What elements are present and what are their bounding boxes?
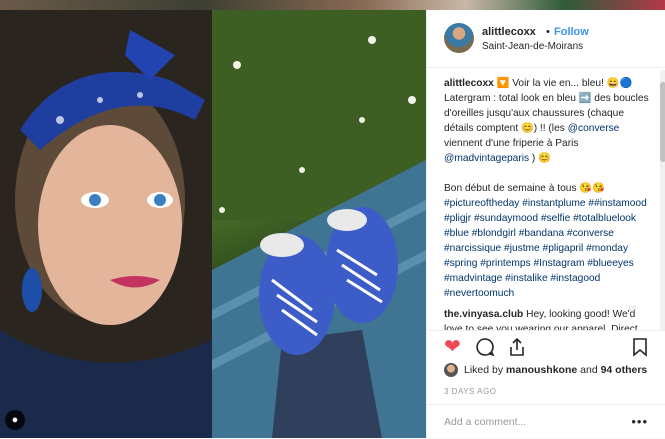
- post-photo-selfie: ●: [0, 10, 212, 438]
- add-comment-bar: Add a comment... •••: [427, 404, 665, 439]
- likes-summary: Liked by manoushkone and 94 others: [444, 362, 664, 382]
- caption-line3: viennent d'une friperie à Paris: [444, 138, 579, 149]
- top-image-strip: [0, 0, 665, 10]
- caption: alittlecoxx 🔽 Voir la vie en... bleu! 😄🔵…: [444, 76, 651, 301]
- likes-prefix: Liked by: [464, 364, 507, 376]
- author-username[interactable]: alittlecoxx: [482, 26, 536, 38]
- follow-button[interactable]: Follow: [554, 26, 589, 38]
- action-bar: ❤: [427, 330, 665, 363]
- add-comment-input[interactable]: Add a comment...: [444, 416, 526, 428]
- post-location[interactable]: Saint-Jean-de-Moirans: [482, 41, 583, 52]
- user-tag-icon[interactable]: ●: [5, 410, 25, 430]
- liker-username[interactable]: manoushkone: [506, 364, 577, 376]
- shoes-image: [212, 10, 426, 438]
- selfie-image: [0, 10, 212, 438]
- post-time-ago[interactable]: 3 DAYS AGO: [444, 387, 496, 396]
- post-header: alittlecoxx • Follow Saint-Jean-de-Moira…: [427, 10, 665, 68]
- mention-converse[interactable]: @converse: [568, 123, 620, 134]
- liker-avatar[interactable]: [444, 363, 458, 377]
- likes-count[interactable]: 94 others: [601, 364, 648, 376]
- comment-like-icon[interactable]: ♡: [628, 305, 637, 316]
- share-icon[interactable]: [507, 337, 527, 357]
- bookmark-icon[interactable]: [632, 337, 648, 357]
- comments-section[interactable]: alittlecoxx 🔽 Voir la vie en... bleu! 😄🔵…: [427, 68, 659, 330]
- caption-line4: ) 😊: [529, 153, 551, 164]
- author-avatar[interactable]: [444, 23, 474, 53]
- heart-icon[interactable]: ❤: [444, 337, 461, 357]
- comment-author[interactable]: the.vinyasa.club: [444, 309, 523, 320]
- mention-madvintageparis[interactable]: @madvintageparis: [444, 153, 529, 164]
- caption-hashtags[interactable]: #pictureoftheday #instantplume ##instamo…: [444, 198, 647, 299]
- separator-dot: •: [546, 26, 550, 38]
- post-photo-shoes: [212, 10, 426, 438]
- caption-line1: 🔽 Voir la vie en... bleu! 😄🔵: [493, 78, 633, 89]
- caption-author[interactable]: alittlecoxx: [444, 78, 494, 89]
- more-options-icon[interactable]: •••: [631, 414, 648, 429]
- comment-icon[interactable]: [475, 337, 495, 357]
- caption-line5: Bon début de semaine à tous 😘😘: [444, 183, 605, 194]
- comments-scrollbar-thumb[interactable]: [660, 82, 665, 162]
- post-side-panel: alittlecoxx • Follow Saint-Jean-de-Moira…: [426, 10, 665, 438]
- comment-item: the.vinyasa.club Hey, looking good! We'd…: [444, 307, 651, 330]
- likes-and: and: [577, 364, 601, 376]
